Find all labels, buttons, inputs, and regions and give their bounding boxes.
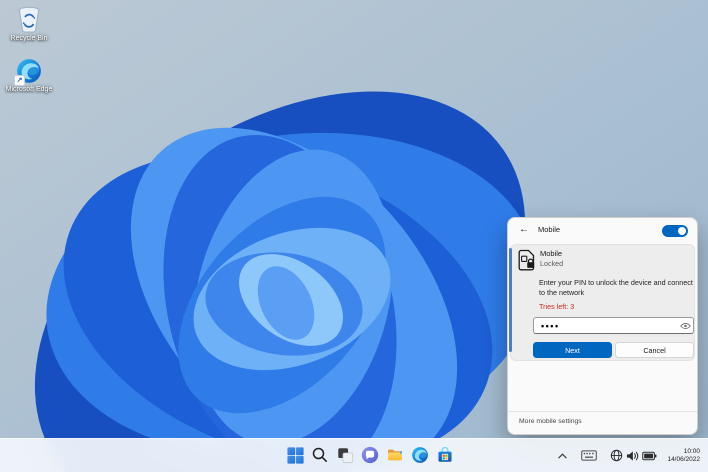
pin-instruction: Enter your PIN to unlock the device and …	[539, 278, 693, 297]
taskbar-center-icons	[283, 443, 457, 467]
mobile-network-card[interactable]: Mobile Locked Enter your PIN to unlock t…	[510, 244, 695, 361]
clock[interactable]: 10:00 14/06/2022	[664, 446, 703, 466]
task-view-button[interactable]	[333, 443, 357, 467]
clock-time: 10:00	[683, 447, 700, 455]
battery-icon	[642, 451, 657, 460]
network-globe-icon	[611, 449, 623, 462]
start-button[interactable]	[283, 443, 307, 467]
edge-button[interactable]	[408, 443, 432, 467]
teams-chat-icon	[361, 446, 379, 464]
windows-logo-icon	[286, 446, 304, 464]
microsoft-store-icon	[438, 446, 452, 462]
quick-settings-button[interactable]	[606, 446, 661, 465]
recycle-bin-icon	[18, 6, 40, 33]
edge-icon	[412, 447, 428, 463]
taskbar: 10:00 14/06/2022	[0, 438, 708, 472]
desktop-screen: Recycle Bin ↗ Microsoft Edge ← Mobile Mo…	[0, 0, 708, 472]
desktop-icon-microsoft-edge[interactable]: ↗ Microsoft Edge	[3, 58, 55, 94]
reveal-password-icon[interactable]	[677, 319, 693, 332]
scrollbar[interactable]	[509, 248, 512, 352]
search-icon	[312, 447, 327, 462]
touch-keyboard-button[interactable]	[578, 447, 600, 464]
network-name: Mobile	[540, 249, 563, 258]
network-status: Locked	[540, 259, 564, 268]
mobile-network-flyout: ← Mobile Mobile Locked Enter your PIN to…	[507, 217, 698, 435]
volume-icon	[627, 450, 639, 461]
shortcut-arrow-icon: ↗	[14, 75, 25, 86]
chat-button[interactable]	[358, 443, 382, 467]
mobile-toggle[interactable]	[662, 225, 688, 237]
next-button[interactable]: Next	[533, 342, 612, 358]
file-explorer-button[interactable]	[383, 443, 407, 467]
store-button[interactable]	[433, 443, 457, 467]
flyout-title: Mobile	[538, 225, 561, 234]
tries-left-warning: Tries left: 3	[539, 302, 575, 311]
more-mobile-settings-link[interactable]: More mobile settings	[519, 418, 582, 425]
touch-keyboard-icon	[581, 450, 598, 461]
desktop-icon-label: Microsoft Edge	[5, 86, 53, 93]
sim-locked-icon	[518, 249, 535, 271]
pin-masked-value: ••••	[541, 320, 560, 331]
desktop-icon-label: Recycle Bin	[10, 35, 48, 42]
file-explorer-icon	[388, 449, 402, 461]
divider	[508, 411, 697, 412]
system-tray: 10:00 14/06/2022	[555, 441, 703, 470]
toggle-knob	[678, 227, 686, 235]
cancel-button[interactable]: Cancel	[615, 342, 694, 358]
show-hidden-icons-button[interactable]	[555, 450, 570, 462]
search-button[interactable]	[308, 443, 332, 467]
desktop-icon-recycle-bin[interactable]: Recycle Bin	[3, 5, 55, 43]
pin-input[interactable]: ••••	[533, 317, 694, 334]
chevron-up-icon	[558, 452, 568, 458]
clock-date: 14/06/2022	[667, 455, 700, 463]
back-button[interactable]: ←	[517, 223, 531, 237]
task-view-icon	[337, 447, 353, 463]
